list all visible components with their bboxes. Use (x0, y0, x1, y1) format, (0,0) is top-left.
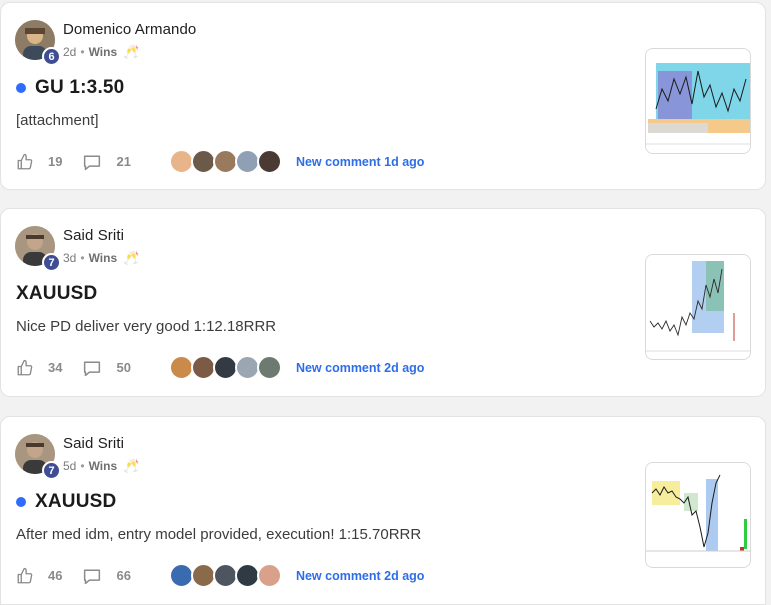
meta-separator: • (80, 251, 85, 265)
post-title-row[interactable]: XAUUSD (16, 491, 116, 513)
like-button[interactable]: 19 (16, 153, 62, 171)
comment-button[interactable]: 66 (82, 567, 131, 585)
chart-screenshot-image (646, 49, 750, 153)
comment-count: 50 (116, 360, 131, 375)
post-age: 5d (63, 459, 77, 473)
post-title-row[interactable]: GU 1:3.50 (16, 77, 124, 99)
level-badge: 7 (42, 253, 61, 272)
like-count: 19 (48, 154, 63, 169)
comment-bubble-icon (84, 155, 101, 170)
post-card[interactable]: 7 Said Sriti 5d • Wins 🥂 XAUUSD After me… (0, 416, 766, 605)
author-avatar[interactable]: 6 (15, 20, 61, 66)
comment-button[interactable]: 50 (82, 359, 131, 377)
post-card[interactable]: 6 Domenico Armando 2d • Wins 🥂 GU 1:3.50… (0, 2, 766, 190)
thumbs-up-icon (17, 567, 33, 583)
author-avatar[interactable]: 7 (15, 226, 61, 272)
new-comment-link[interactable]: New comment 2d ago (296, 361, 425, 375)
commenter-avatar (256, 355, 282, 380)
author-avatar[interactable]: 7 (15, 434, 61, 480)
chart-screenshot-image (646, 255, 750, 359)
post-meta: 2d • Wins 🥂 (63, 44, 139, 60)
commenter-avatars[interactable] (168, 149, 282, 174)
like-count: 46 (48, 568, 63, 583)
post-meta: 3d • Wins 🥂 (63, 250, 139, 266)
attachment-thumbnail[interactable] (645, 462, 751, 568)
commenter-avatars[interactable] (168, 355, 282, 380)
comment-count: 66 (116, 568, 131, 583)
post-category[interactable]: Wins (89, 45, 118, 59)
post-actions: 19 21 New comment 1d ago (16, 149, 424, 174)
like-button[interactable]: 46 (16, 567, 62, 585)
unread-dot (16, 83, 26, 93)
post-card[interactable]: 7 Said Sriti 3d • Wins 🥂 XAUUSD Nice PD … (0, 208, 766, 397)
post-actions: 46 66 New comment 2d ago (16, 563, 424, 588)
post-age: 2d (63, 45, 77, 59)
level-badge: 6 (42, 47, 61, 66)
comment-button[interactable]: 21 (82, 153, 131, 171)
post-category[interactable]: Wins (89, 459, 118, 473)
post-age: 3d (63, 251, 77, 265)
author-name[interactable]: Said Sriti (63, 227, 124, 244)
like-count: 34 (48, 360, 63, 375)
meta-separator: • (80, 459, 85, 473)
commenter-avatar (256, 563, 282, 588)
unread-dot (16, 497, 26, 507)
chart-screenshot-image (646, 463, 750, 567)
clinking-glasses-icon: 🥂 (123, 250, 140, 265)
post-body: Nice PD deliver very good 1:12.18RRR (16, 318, 277, 335)
post-title-row[interactable]: XAUUSD (16, 283, 97, 305)
new-comment-link[interactable]: New comment 2d ago (296, 569, 425, 583)
post-body: [attachment] (16, 112, 99, 129)
post-title[interactable]: XAUUSD (16, 283, 97, 305)
thumbs-up-icon (17, 359, 33, 375)
comment-count: 21 (116, 154, 131, 169)
post-category[interactable]: Wins (89, 251, 118, 265)
post-title[interactable]: XAUUSD (35, 491, 116, 513)
new-comment-link[interactable]: New comment 1d ago (296, 155, 425, 169)
post-meta: 5d • Wins 🥂 (63, 458, 139, 474)
comment-bubble-icon (84, 569, 101, 584)
author-name[interactable]: Domenico Armando (63, 21, 196, 38)
post-feed: 6 Domenico Armando 2d • Wins 🥂 GU 1:3.50… (0, 0, 771, 605)
thumbs-up-icon (17, 153, 33, 169)
like-button[interactable]: 34 (16, 359, 62, 377)
comment-bubble-icon (84, 361, 101, 376)
commenter-avatars[interactable] (168, 563, 282, 588)
post-body: After med idm, entry model provided, exe… (16, 526, 422, 543)
clinking-glasses-icon: 🥂 (123, 458, 140, 473)
meta-separator: • (80, 45, 85, 59)
clinking-glasses-icon: 🥂 (123, 44, 140, 59)
commenter-avatar (256, 149, 282, 174)
attachment-thumbnail[interactable] (645, 254, 751, 360)
post-title[interactable]: GU 1:3.50 (35, 77, 124, 99)
author-name[interactable]: Said Sriti (63, 435, 124, 452)
attachment-thumbnail[interactable] (645, 48, 751, 154)
level-badge: 7 (42, 461, 61, 480)
post-actions: 34 50 New comment 2d ago (16, 355, 424, 380)
